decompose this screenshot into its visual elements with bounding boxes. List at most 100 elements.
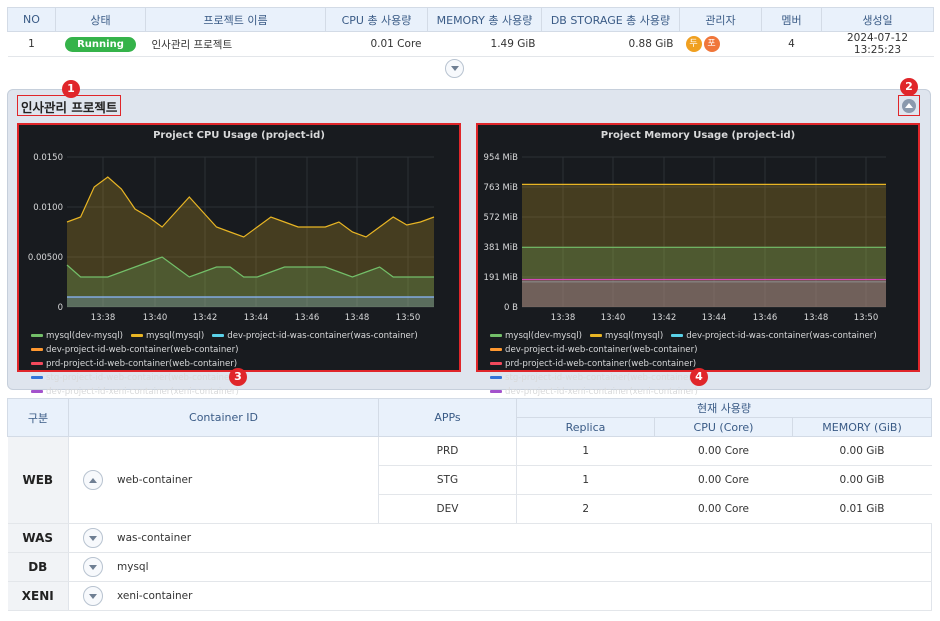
container-was: was-container bbox=[68, 523, 933, 553]
cpu-value: 0.00 Core bbox=[654, 465, 793, 495]
series-area bbox=[67, 297, 434, 307]
group-db: DB bbox=[7, 552, 69, 582]
replica-count: 1 bbox=[516, 436, 655, 466]
legend-item[interactable]: dev-project-id-web-container(web-contain… bbox=[31, 343, 238, 357]
collapse-chevron-up-icon[interactable] bbox=[83, 470, 103, 490]
legend-item[interactable]: mysql(mysql) bbox=[130, 329, 205, 343]
legend-swatch bbox=[212, 334, 225, 337]
legend-swatch bbox=[589, 334, 602, 337]
app-name: STG bbox=[378, 465, 517, 495]
annotation-marker-3: 3 bbox=[229, 368, 247, 386]
cpu-value: 0.00 Core bbox=[654, 436, 793, 466]
cpu-value: 0.00 Core bbox=[654, 494, 793, 524]
header-cpu-core: CPU (Core) bbox=[654, 417, 793, 437]
legend-swatch bbox=[490, 390, 502, 393]
replica-count: 2 bbox=[516, 494, 655, 524]
header-replica: Replica bbox=[516, 417, 655, 437]
table-row: XENI xeni-container bbox=[7, 581, 933, 611]
group-was: WAS bbox=[7, 523, 69, 553]
x-tick-label: 13:46 bbox=[295, 313, 320, 323]
header-status: 상태 bbox=[55, 7, 146, 32]
legend-item[interactable]: prd-project-id-web-container(web-contain… bbox=[490, 357, 696, 371]
container-name: mysql bbox=[117, 561, 149, 573]
manager-avatar[interactable]: 포 bbox=[703, 36, 720, 52]
container-table: 구분 Container ID APPs 현재 사용량 Replica CPU … bbox=[7, 398, 933, 611]
legend-label: dev-project-id-web-container(web-contain… bbox=[46, 345, 239, 355]
table-row: WEB web-container PRD 1 0.00 Core 0.00 G… bbox=[7, 436, 932, 524]
app-name: DEV bbox=[378, 494, 517, 524]
manager-avatar[interactable]: 두 bbox=[685, 36, 702, 52]
x-tick-label: 13:42 bbox=[652, 313, 677, 323]
legend-label: dev-project-id-web-container(web-contain… bbox=[505, 345, 698, 355]
cpu-chart-legend: mysql(dev-mysql) mysql(mysql) dev-project-… bbox=[31, 329, 456, 399]
expand-chevron-down-icon[interactable] bbox=[83, 528, 103, 548]
legend-label: dev-project-id-was-container(was-contain… bbox=[686, 331, 877, 341]
collapse-chevron-up-icon[interactable] bbox=[898, 95, 920, 116]
expand-chevron-down-icon[interactable] bbox=[83, 557, 103, 577]
header-project-name: 프로젝트 이름 bbox=[145, 7, 326, 32]
legend-label: stg-project-id-web-container(web-contain… bbox=[505, 373, 696, 383]
memory-chart-title: Project Memory Usage (project-id) bbox=[601, 130, 795, 141]
legend-swatch bbox=[490, 334, 502, 337]
legend-item[interactable]: prd-project-id-web-container(web-contain… bbox=[31, 357, 237, 371]
container-db: mysql bbox=[68, 552, 933, 582]
group-web: WEB bbox=[7, 436, 69, 524]
legend-item[interactable]: dev-project-id-xeni-container(xeni-conta… bbox=[490, 385, 698, 399]
legend-swatch bbox=[671, 334, 684, 337]
legend-item[interactable]: mysql(dev-mysql) bbox=[31, 329, 123, 343]
x-tick-label: 13:38 bbox=[551, 313, 576, 323]
y-tick-label: 0.0150 bbox=[33, 153, 63, 163]
cpu-usage-chart[interactable]: Project CPU Usage (project-id) 0 0.00500 0… bbox=[17, 123, 461, 397]
header-managers: 관리자 bbox=[679, 7, 762, 32]
header-container-id: Container ID bbox=[68, 398, 379, 437]
legend-swatch bbox=[31, 334, 43, 337]
header-memory-gib: MEMORY (GiB) bbox=[791, 417, 933, 437]
panel-title: 인사관리 프로젝트 bbox=[17, 95, 122, 116]
legend-item[interactable]: dev-project-id-was-container(was-contain… bbox=[671, 329, 877, 343]
header-created: 생성일 bbox=[821, 7, 934, 32]
legend-label: mysql(dev-mysql) bbox=[505, 331, 582, 341]
legend-item[interactable]: dev-project-id-xeni-container(xeni-conta… bbox=[31, 385, 239, 399]
y-tick-label: 763 MiB bbox=[484, 183, 519, 193]
legend-item[interactable]: mysql(mysql) bbox=[589, 329, 663, 343]
header-group: 구분 bbox=[7, 398, 69, 437]
memory-usage-chart[interactable]: Project Memory Usage (project-id) 0 B 191… bbox=[476, 123, 920, 397]
header-db-storage: DB STORAGE 총 사용량 bbox=[541, 7, 680, 32]
y-tick-label: 0 bbox=[58, 303, 63, 313]
db-storage-usage: 0.88 GiB bbox=[541, 31, 680, 57]
y-tick-label: 0 B bbox=[504, 303, 518, 313]
legend-label: mysql(mysql) bbox=[145, 331, 205, 341]
legend-item[interactable]: dev-project-id-was-container(was-contain… bbox=[212, 329, 418, 343]
legend-item[interactable]: dev-project-id-web-container(web-contain… bbox=[490, 343, 697, 357]
annotation-marker-2: 2 bbox=[900, 78, 918, 96]
legend-swatch bbox=[31, 348, 43, 351]
memory-value: 0.00 GiB bbox=[792, 465, 932, 495]
x-tick-label: 13:46 bbox=[753, 313, 778, 323]
legend-swatch bbox=[31, 362, 43, 365]
legend-swatch bbox=[490, 348, 502, 351]
project-name[interactable]: 인사관리 프로젝트 bbox=[145, 31, 326, 57]
series-area bbox=[522, 281, 886, 307]
legend-item[interactable]: stg-project-id-web-container(web-contain… bbox=[490, 371, 695, 385]
legend-swatch bbox=[130, 334, 143, 337]
expand-chevron-down-icon[interactable] bbox=[83, 586, 103, 606]
expand-chevron-down-icon[interactable] bbox=[445, 59, 464, 78]
memory-usage: 1.49 GiB bbox=[427, 31, 542, 57]
annotation-marker-1: 1 bbox=[62, 80, 80, 98]
y-tick-label: 0.00500 bbox=[28, 253, 63, 263]
status-badge: Running bbox=[65, 36, 136, 52]
y-tick-label: 381 MiB bbox=[484, 243, 519, 253]
container-name: was-container bbox=[117, 532, 192, 544]
members-count: 4 bbox=[761, 31, 822, 57]
replica-count: 1 bbox=[516, 465, 655, 495]
project-row[interactable]: 1 Running 인사관리 프로젝트 0.01 Core 1.49 GiB 0… bbox=[7, 31, 934, 57]
y-tick-label: 0.0100 bbox=[33, 203, 63, 213]
legend-swatch bbox=[490, 376, 502, 379]
legend-item[interactable]: stg-project-id-web-container(web-contain… bbox=[31, 371, 236, 385]
container-web: web-container bbox=[68, 436, 379, 524]
legend-label: mysql(dev-mysql) bbox=[46, 331, 123, 341]
legend-item[interactable]: mysql(dev-mysql) bbox=[490, 329, 582, 343]
x-tick-label: 13:42 bbox=[193, 313, 218, 323]
status-cell: Running bbox=[55, 31, 146, 57]
table-row: WAS was-container bbox=[7, 523, 933, 553]
